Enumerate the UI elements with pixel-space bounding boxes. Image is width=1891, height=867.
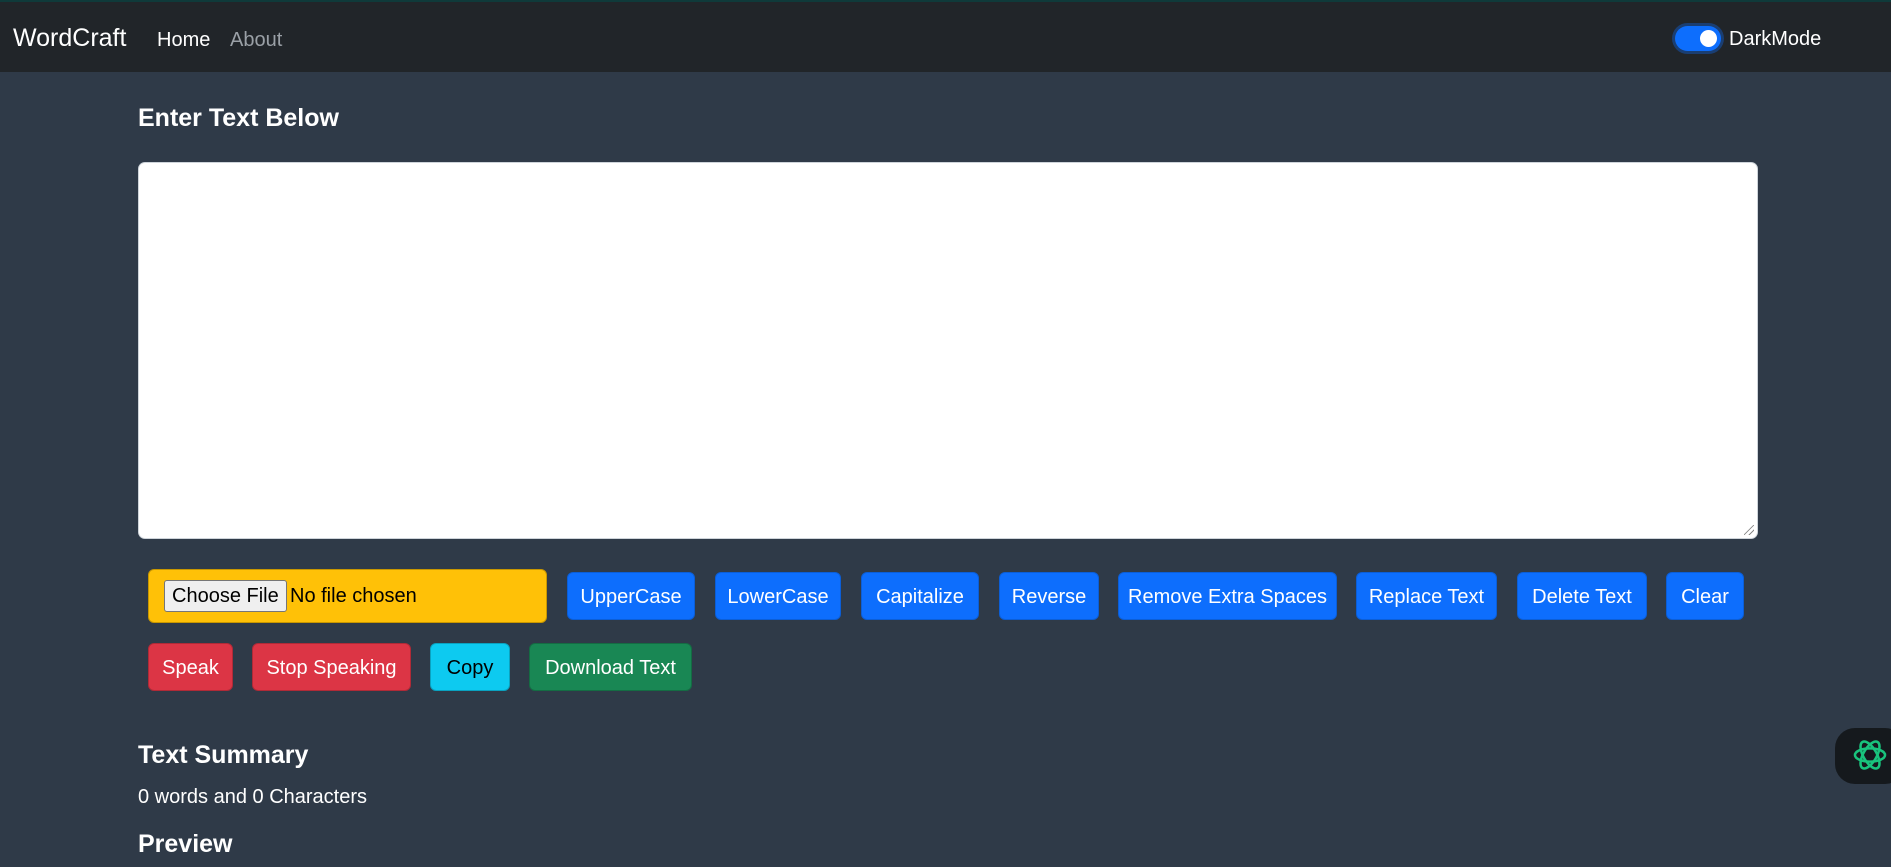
- brand-logo[interactable]: WordCraft: [13, 24, 126, 53]
- download-text-button[interactable]: Download Text: [529, 643, 692, 691]
- copy-button[interactable]: Copy: [430, 643, 510, 691]
- navbar: WordCraft Home About DarkMode: [0, 0, 1891, 72]
- preview-heading: Preview: [138, 830, 233, 858]
- dark-mode-label[interactable]: DarkMode: [1729, 28, 1821, 51]
- remove-extra-spaces-button[interactable]: Remove Extra Spaces: [1118, 572, 1337, 620]
- chatgpt-assistant-icon: [1853, 740, 1887, 770]
- clear-button[interactable]: Clear: [1666, 572, 1744, 620]
- stop-speaking-button[interactable]: Stop Speaking: [252, 643, 411, 691]
- file-input[interactable]: Choose File No file chosen: [148, 569, 547, 623]
- speak-button[interactable]: Speak: [148, 643, 233, 691]
- toggle-knob: [1700, 30, 1717, 47]
- resize-handle-icon[interactable]: [1744, 525, 1754, 535]
- file-status-text: No file chosen: [290, 585, 417, 607]
- choose-file-button[interactable]: Choose File: [164, 580, 287, 612]
- dark-mode-toggle[interactable]: [1675, 26, 1721, 51]
- nav-link-home[interactable]: Home: [157, 29, 210, 52]
- reverse-button[interactable]: Reverse: [999, 572, 1099, 620]
- delete-text-button[interactable]: Delete Text: [1517, 572, 1647, 620]
- text-input-area[interactable]: [138, 162, 1758, 539]
- lowercase-button[interactable]: LowerCase: [715, 572, 841, 620]
- assistant-widget[interactable]: [1835, 728, 1891, 784]
- text-summary-value: 0 words and 0 Characters: [138, 786, 368, 808]
- nav-link-about[interactable]: About: [230, 29, 282, 52]
- text-summary-heading: Text Summary: [138, 741, 309, 769]
- capitalize-button[interactable]: Capitalize: [861, 572, 979, 620]
- page-title: Enter Text Below: [138, 104, 339, 132]
- uppercase-button[interactable]: UpperCase: [567, 572, 695, 620]
- replace-text-button[interactable]: Replace Text: [1356, 572, 1497, 620]
